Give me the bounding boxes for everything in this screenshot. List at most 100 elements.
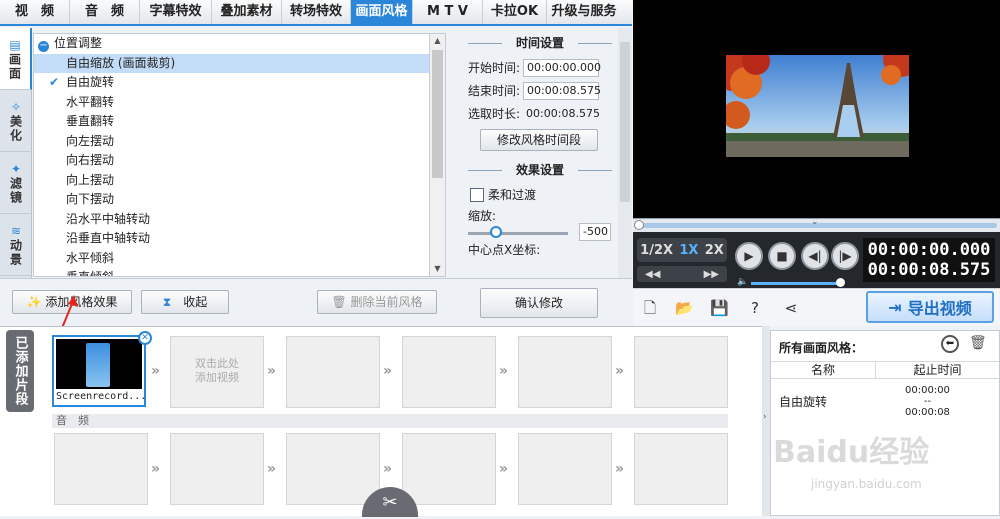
audio-slot[interactable] xyxy=(402,433,496,505)
arrow-icon: » xyxy=(151,363,161,379)
settings-scroll-thumb[interactable] xyxy=(620,42,630,202)
audio-slot[interactable] xyxy=(286,433,380,505)
style-tree-list: − 位置调整 自由缩放 (画面裁剪) ✔ 自由旋转 水平翻转 垂直翻转 向左摆动 向… xyxy=(33,33,430,277)
tab-audio[interactable]: 音 频 xyxy=(70,0,140,24)
arrow-icon: » xyxy=(615,363,625,379)
next-frame-icon: |▶ xyxy=(838,249,852,263)
list-item[interactable]: 垂直倾斜 xyxy=(34,268,429,276)
scroll-down-icon[interactable]: ▼ xyxy=(430,262,445,276)
speed-2x[interactable]: 2X xyxy=(705,243,724,258)
scroll-thumb[interactable] xyxy=(432,50,443,178)
tab-transition[interactable]: 转场特效 xyxy=(282,0,351,24)
volume-slider[interactable] xyxy=(751,282,839,285)
list-item[interactable]: 沿水平中轴转动 xyxy=(34,210,429,230)
expand-chevron-icon[interactable]: ⌄ xyxy=(811,217,819,227)
list-item[interactable]: 向下摆动 xyxy=(34,190,429,210)
share-icon[interactable]: ⋖ xyxy=(782,299,800,317)
empty-clip-slot[interactable] xyxy=(402,336,496,408)
export-video-button[interactable]: ⇥ 导出视频 xyxy=(866,291,994,323)
empty-clip-slot[interactable] xyxy=(286,336,380,408)
current-time: 00:00:00.000 xyxy=(867,240,991,260)
volume-icon[interactable]: 🔈 xyxy=(737,277,748,287)
list-item[interactable]: 向右摆动 xyxy=(34,151,429,171)
tab-mtv[interactable]: M T V xyxy=(413,0,483,24)
list-item[interactable]: 沿垂直中轴转动 xyxy=(34,229,429,249)
stop-button[interactable]: ■ xyxy=(768,242,796,270)
nav-beautify[interactable]: ✧ 美化 xyxy=(0,90,32,152)
list-item[interactable]: 自由缩放 (画面裁剪) xyxy=(34,53,429,73)
list-item[interactable]: 水平翻转 xyxy=(34,93,429,113)
zoom-slider-handle[interactable] xyxy=(490,226,502,238)
list-item[interactable]: 向上摆动 xyxy=(34,171,429,191)
style-settings-panel: 时间设置 开始时间: 00:00:00.000 结束时间: 00:00:08.575… xyxy=(448,28,632,278)
center-x-label: 中心点X坐标: xyxy=(468,243,541,257)
back-icon[interactable]: ⬅ xyxy=(941,335,959,353)
audio-slot[interactable] xyxy=(634,433,728,505)
end-time-input[interactable]: 00:00:08.575 xyxy=(523,81,601,100)
column-header-time: 起止时间 xyxy=(913,363,962,377)
top-tab-bar: 视 频 音 频 字幕特效 叠加素材 转场特效 画面风格 M T V 卡拉OK 升… xyxy=(0,0,632,26)
export-icon: ⇥ xyxy=(888,297,902,317)
speed-1x[interactable]: 1X xyxy=(679,243,698,258)
style-action-bar: ✨ 添加风格效果 ⧗ 收起 🗑 删除当前风格 确认修改 xyxy=(0,278,632,368)
open-folder-icon[interactable]: 📂 xyxy=(675,299,694,317)
soft-transition-checkbox[interactable] xyxy=(470,187,484,202)
add-video-placeholder[interactable]: 双击此处 添加视频 xyxy=(170,336,264,408)
start-time-input[interactable]: 00:00:00.000 xyxy=(523,58,601,77)
audio-slot[interactable] xyxy=(170,433,264,505)
audio-slot[interactable] xyxy=(54,433,148,505)
nav-frame[interactable]: ▤ 画面 xyxy=(0,28,32,90)
nav-motion[interactable]: ≋ 动景 xyxy=(0,214,32,276)
rewind-icon[interactable]: ◀◀ xyxy=(645,269,660,280)
confirm-modify-button[interactable]: 确认修改 xyxy=(480,288,598,318)
list-item[interactable]: 水平倾斜 xyxy=(34,249,429,269)
tab-picture-style[interactable]: 画面风格 xyxy=(351,0,413,24)
player-controls: 1/2X 1X 2X ◀◀ ▶▶ ▶ ■ ◀| |▶ 🔈 00:00:00.000… xyxy=(633,232,1000,288)
play-button[interactable]: ▶ xyxy=(735,242,763,270)
tab-subtitle-effects[interactable]: 字幕特效 xyxy=(140,0,212,24)
tab-video[interactable]: 视 频 xyxy=(0,0,70,24)
delete-icon[interactable]: 🗑 xyxy=(969,335,987,351)
nav-filter[interactable]: ✦ 滤镜 xyxy=(0,152,32,214)
preview-frame-image xyxy=(726,55,909,157)
list-item[interactable]: 向左摆动 xyxy=(34,132,429,152)
tab-karaoke[interactable]: 卡拉OK xyxy=(483,0,547,24)
new-project-icon[interactable]: 🗋 xyxy=(641,299,659,317)
prev-frame-button[interactable]: ◀| xyxy=(801,242,829,270)
speed-half[interactable]: 1/2X xyxy=(640,243,673,258)
zoom-value-input[interactable]: -500 xyxy=(579,223,611,241)
column-header-name: 名称 xyxy=(771,362,876,378)
tab-overlay[interactable]: 叠加素材 xyxy=(212,0,282,24)
arrow-icon: » xyxy=(383,461,393,477)
preview-progress-bar[interactable]: ⌄ xyxy=(633,217,1000,232)
zoom-slider-track[interactable] xyxy=(468,232,568,235)
tree-root-position[interactable]: − 位置调整 xyxy=(34,34,429,54)
added-clips-tab[interactable]: 已添加片段 xyxy=(6,330,34,412)
remove-clip-icon[interactable]: ✕ xyxy=(138,331,152,345)
delete-style-button[interactable]: 🗑 删除当前风格 xyxy=(317,290,437,314)
list-item[interactable]: 垂直翻转 xyxy=(34,112,429,132)
fast-forward-icon[interactable]: ▶▶ xyxy=(704,269,719,280)
save-icon[interactable]: 💾 xyxy=(710,299,729,317)
tab-upgrade-service[interactable]: 升级与服务 xyxy=(547,0,621,24)
clip-thumbnail[interactable]: Screenrecord... ✕ xyxy=(52,331,152,407)
modify-style-time-button[interactable]: 修改风格时间段 xyxy=(480,129,598,151)
progress-handle[interactable] xyxy=(634,220,644,230)
empty-clip-slot[interactable] xyxy=(634,336,728,408)
audio-slot[interactable] xyxy=(518,433,612,505)
next-frame-button[interactable]: |▶ xyxy=(831,242,859,270)
list-item[interactable]: ✔ 自由旋转 xyxy=(34,73,429,93)
collapse-minus-icon[interactable]: − xyxy=(38,41,49,52)
list-scrollbar[interactable]: ▲ ▼ xyxy=(430,33,446,277)
volume-handle[interactable] xyxy=(836,278,845,287)
arrow-icon: » xyxy=(151,461,161,477)
settings-scrollbar[interactable] xyxy=(618,28,632,278)
clip-name: Screenrecord... xyxy=(56,391,147,402)
help-icon[interactable]: ? xyxy=(746,299,764,317)
table-row[interactable]: 自由旋转 00:00:00 -- 00:00:08 xyxy=(771,383,999,421)
panel-toggle[interactable]: › xyxy=(762,326,770,516)
empty-clip-slot[interactable] xyxy=(518,336,612,408)
collapse-button[interactable]: ⧗ 收起 xyxy=(141,290,229,314)
scroll-up-icon[interactable]: ▲ xyxy=(430,34,445,48)
arrow-icon: » xyxy=(267,363,277,379)
